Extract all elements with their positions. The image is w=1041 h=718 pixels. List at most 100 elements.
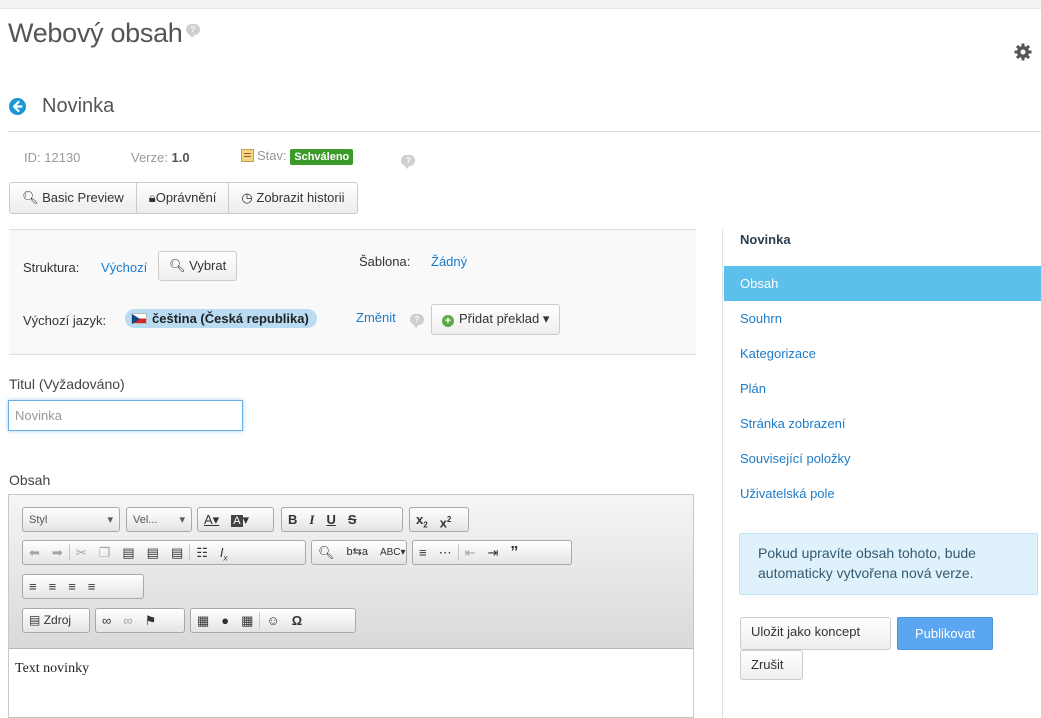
special-character-icon[interactable]: Ω <box>286 609 308 632</box>
content-field-label: Obsah <box>9 472 51 488</box>
top-bar <box>0 0 1041 9</box>
find-group: 🔍︎ b⇆a ABC▾ <box>311 540 407 565</box>
basic-styles-group: B I U S <box>281 507 403 532</box>
template-label: Šablona: <box>359 254 411 269</box>
sidebar-item-plan[interactable]: Plán <box>724 371 1041 406</box>
editor-content-area[interactable]: Text novinky <box>9 649 693 689</box>
question-bubble-icon[interactable]: ? <box>410 314 424 328</box>
replace-icon[interactable]: b⇆a <box>341 541 374 564</box>
sidebar-item-uzivatelska-pole[interactable]: Uživatelská pole <box>724 476 1041 511</box>
clipboard-group: ⬅ ➡ ✂ ❐ ▤ ▤ ▤ ☷ Ix <box>22 540 306 565</box>
sidebar-item-stranka-zobrazeni[interactable]: Stránka zobrazení <box>724 406 1041 441</box>
clock-icon: ◷ <box>241 190 253 205</box>
align-right-icon[interactable]: ≡ <box>62 575 82 598</box>
article-title: Novinka <box>42 95 115 117</box>
article-status: Stav: Schváleno <box>241 148 354 165</box>
text-color-icon[interactable]: A▾ <box>198 508 225 531</box>
title-field-label: Titul (Vyžadováno) <box>9 376 125 392</box>
numbered-list-icon[interactable]: ≡ <box>413 541 433 564</box>
superscript-icon[interactable]: x2 <box>434 508 458 531</box>
decrease-indent-icon[interactable]: ⇤ <box>459 541 482 564</box>
anchor-flag-icon[interactable]: ⚑ <box>139 609 163 632</box>
gear-icon[interactable] <box>1013 42 1033 62</box>
structure-value-link[interactable]: Výchozí <box>101 260 147 275</box>
question-bubble-icon[interactable]: ? <box>186 24 200 38</box>
sidebar-item-souhrn[interactable]: Souhrn <box>724 301 1041 336</box>
style-combo[interactable]: Styl ▾ <box>22 507 120 532</box>
paste-icon[interactable]: ▤ <box>116 541 140 564</box>
undo-icon[interactable]: ⬅ <box>23 541 46 564</box>
permissions-button[interactable]: 🔒︎Oprávnění <box>136 183 230 213</box>
script-group: x2 x2 <box>409 507 469 532</box>
caret-down-icon: ▾ <box>542 311 550 326</box>
history-button[interactable]: ◷ Zobrazit historii <box>229 183 357 213</box>
save-draft-button[interactable]: Uložit jako koncept <box>740 617 891 650</box>
add-translation-button[interactable]: + Přidat překlad ▾ <box>431 304 561 335</box>
title-input[interactable] <box>8 400 243 431</box>
flash-icon[interactable]: ● <box>215 609 235 632</box>
article-version: Verze: 1.0 <box>131 150 190 165</box>
subscript-icon[interactable]: x2 <box>410 508 434 531</box>
link-icon[interactable]: ∞ <box>96 609 117 632</box>
table-icon[interactable]: ▦ <box>235 609 259 632</box>
back-arrow-icon[interactable] <box>9 98 26 115</box>
czech-flag-icon <box>131 313 147 324</box>
bold-icon[interactable]: B <box>282 508 303 531</box>
question-bubble-icon[interactable]: ? <box>401 155 416 169</box>
bulleted-list-icon[interactable]: ⋯ <box>433 541 458 564</box>
source-icon: ▤ <box>29 613 41 627</box>
blockquote-icon[interactable]: ” <box>504 541 524 564</box>
copy-icon[interactable]: ❐ <box>93 541 117 564</box>
sidebar-heading: Novinka <box>740 232 791 247</box>
sidebar-divider <box>722 229 723 718</box>
align-group: ≡ ≡ ≡ ≡ <box>22 574 144 599</box>
source-button[interactable]: ▤ Zdroj <box>22 608 90 633</box>
caret-down-icon: ▾ <box>107 514 113 526</box>
article-id: ID: 12130 <box>24 150 81 165</box>
unlink-icon[interactable]: ∞ <box>117 609 138 632</box>
insert-group: ▦ ● ▦ ☺ Ω <box>190 608 356 633</box>
align-left-icon[interactable]: ≡ <box>23 575 43 598</box>
increase-indent-icon[interactable]: ⇥ <box>482 541 505 564</box>
basic-preview-button[interactable]: 🔍︎ Basic Preview <box>10 183 137 213</box>
lock-icon: 🔒︎ <box>148 190 156 205</box>
change-language-link[interactable]: Změnit <box>356 310 396 325</box>
template-value-link[interactable]: Žádný <box>431 254 467 269</box>
remove-format-icon[interactable]: Ix <box>214 541 234 564</box>
portlet-title: Webový obsah <box>8 18 183 48</box>
version-info-alert: Pokud upravíte obsah tohoto, bude automa… <box>739 533 1038 595</box>
select-structure-button[interactable]: 🔍︎ Vybrat <box>158 251 238 281</box>
search-icon: 🔍︎ <box>22 190 39 205</box>
sidebar-item-kategorizace[interactable]: Kategorizace <box>724 336 1041 371</box>
italic-icon[interactable]: I <box>303 508 320 531</box>
blockquote-format-icon[interactable]: ☷ <box>190 541 214 564</box>
publish-button[interactable]: Publikovat <box>897 617 993 650</box>
strikethrough-icon[interactable]: S <box>342 508 363 531</box>
cut-icon[interactable]: ✂ <box>70 541 93 564</box>
find-icon[interactable]: 🔍︎ <box>312 541 341 564</box>
rich-text-editor: Styl ▾ Vel... ▾ A▾ A ▾ B I U S x2 x2 ⬅ ➡ ✂ … <box>8 494 694 718</box>
paste-word-icon[interactable]: ▤ <box>165 541 189 564</box>
justify-icon[interactable]: ≡ <box>82 575 102 598</box>
sidebar-item-souvisejici-polozky[interactable]: Související položky <box>724 441 1041 476</box>
list-group: ≡ ⋯ ⇤ ⇥ ” <box>412 540 572 565</box>
underline-icon[interactable]: U <box>320 508 341 531</box>
sidebar-item-obsah[interactable]: Obsah <box>724 266 1041 301</box>
redo-icon[interactable]: ➡ <box>46 541 69 564</box>
cancel-button[interactable]: Zrušit <box>740 650 803 680</box>
structure-panel: Struktura: Výchozí 🔍︎ Vybrat Šablona: Žá… <box>9 229 696 355</box>
image-icon[interactable]: ▦ <box>191 609 215 632</box>
search-icon: 🔍︎ <box>169 258 186 273</box>
font-size-combo[interactable]: Vel... ▾ <box>126 507 192 532</box>
smiley-icon[interactable]: ☺ <box>260 609 285 632</box>
caret-down-icon: ▾ <box>179 514 185 526</box>
plus-icon: + <box>442 315 454 327</box>
background-color-icon[interactable]: A ▾ <box>225 508 255 531</box>
paste-text-icon[interactable]: ▤ <box>141 541 165 564</box>
document-status-icon <box>241 149 254 162</box>
align-center-icon[interactable]: ≡ <box>43 575 63 598</box>
spellcheck-icon[interactable]: ABC▾ <box>374 541 412 564</box>
language-label: Výchozí jazyk: <box>23 313 107 328</box>
language-pill: čeština (Česká republika) <box>125 309 317 328</box>
structure-label: Struktura: <box>23 260 80 275</box>
